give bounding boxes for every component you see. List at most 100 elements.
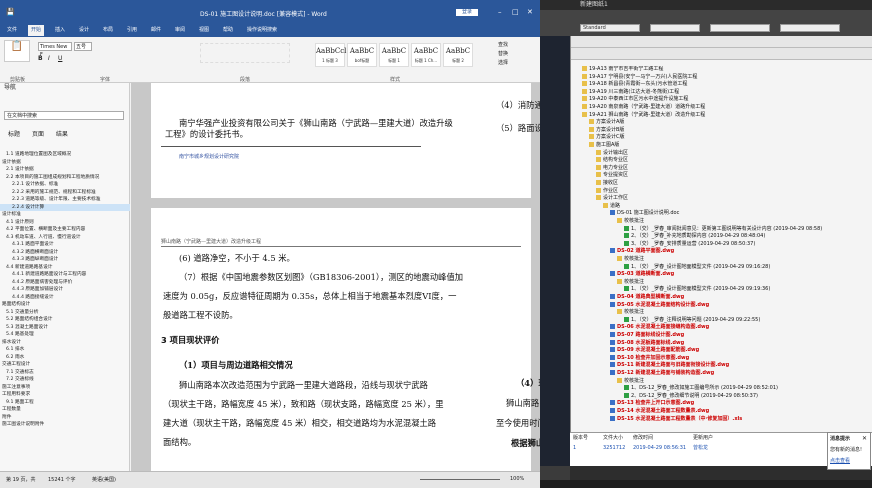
tree-node[interactable]: 2、DS-12_罗春_修改细节说明 (2019-04-29 08:50:37) <box>624 392 758 400</box>
tree-node[interactable]: 1、（交）_罗春_设计图地面模型文件 (2019-04-29 09:16:28) <box>624 263 770 271</box>
tree-node[interactable]: 1、DS-12_罗春_修改如施工图编号所示 (2019-04-29 08:52:… <box>624 385 778 392</box>
italic-icon[interactable]: I <box>48 55 50 62</box>
nav-heading-item[interactable]: 4.4.3 原路面加铺层设计 <box>0 286 130 294</box>
word-count[interactable]: 15241 个字 <box>48 476 76 483</box>
tree-node[interactable]: 结构专业区 <box>596 157 628 164</box>
tree-node[interactable]: 19-A18 新昌县(青霞街—东头)污水管道工程 <box>582 81 687 88</box>
nav-heading-item[interactable]: 7.1 交通标志 <box>0 369 130 377</box>
tree-node[interactable]: DS-08 水泥板路面标线.dwg <box>610 339 684 347</box>
select-button[interactable]: 选择 <box>498 59 508 68</box>
tree-node[interactable]: 校核批注 <box>617 309 644 316</box>
tree-node[interactable]: 作业区 <box>596 187 618 195</box>
tab-4[interactable]: 布局 <box>100 25 116 36</box>
nav-heading-item[interactable]: 2.1 设计依据 <box>0 166 130 174</box>
tree-node[interactable]: 校核批注 <box>617 278 644 286</box>
nav-heading-item[interactable]: 5.2 路面结构组合设计 <box>0 316 130 324</box>
style-gallery-item[interactable]: AaBbC 标题 1 <box>379 43 409 67</box>
zoom-slider[interactable] <box>420 479 500 480</box>
nav-tab-headings[interactable]: 标题 <box>8 131 20 138</box>
document-area[interactable]: 南宁华强产业投资有限公司关于《狮山南路（宁武路—里建大道）改造升级 工程》的设计… <box>131 83 540 471</box>
tab-5[interactable]: 引用 <box>124 25 140 36</box>
tree-node[interactable]: 1、（交）_罗春_审阅批阅意见：更新第工图说明等有关设计内容 (2019-04-… <box>624 225 822 233</box>
nav-heading-item[interactable]: 4.1 设计原则 <box>0 219 130 227</box>
nav-heading-item[interactable]: 9.1 路面工程 <box>0 399 130 407</box>
nav-heading-item[interactable]: 设计标准 <box>0 211 130 219</box>
cad-color-combo[interactable] <box>780 24 840 32</box>
tab-3[interactable]: 设计 <box>76 25 92 36</box>
tree-node[interactable]: 电力专业区 <box>596 164 628 172</box>
tree-node[interactable]: 19-A19 川三南路(江达大道-冬熊街)工程 <box>582 88 679 96</box>
tab-9[interactable]: 帮助 <box>220 25 236 36</box>
close-icon[interactable]: ✕ <box>527 8 533 16</box>
tree-node[interactable]: 19-A17 宁明县(安宁—马宁—万兴)人民医院工程 <box>582 73 697 81</box>
language[interactable]: 英语(美国) <box>92 476 116 483</box>
tab-7[interactable]: 审阅 <box>172 25 188 36</box>
project-tree[interactable]: 19-A13 南宁市吉丰街宁工路工程 19-A17 宁明县(安宁—马宁—万兴)人民… <box>571 66 872 432</box>
close-icon[interactable]: ✕ <box>862 435 867 442</box>
style-gallery-item[interactable]: AaBbC bof标题 <box>347 43 377 67</box>
tree-node[interactable]: 方案设计C版 <box>589 134 625 141</box>
paragraph-controls[interactable] <box>200 43 290 63</box>
tree-node[interactable]: DS-01 施工图设计说明.doc <box>610 210 679 217</box>
tree-node[interactable]: 19-A20 中泰西江市区污水中途提升设施工程 <box>582 96 688 103</box>
nav-heading-item[interactable]: 4.4.4 路面接缝设计 <box>0 294 130 302</box>
style-gallery-item[interactable]: AaBbCcl 1 标题 3 <box>315 43 346 67</box>
nav-heading-item[interactable]: 5.3 混凝土路面设计 <box>0 324 130 332</box>
tab-6[interactable]: 邮件 <box>148 25 164 36</box>
tab-0[interactable]: 文件 <box>4 25 20 36</box>
tree-node[interactable]: 校核批注 <box>617 256 644 263</box>
nav-heading-item[interactable]: 5.4 路基处理 <box>0 331 130 339</box>
nav-heading-item[interactable]: 6.2 雨水 <box>0 354 130 362</box>
nav-heading-item[interactable]: 1.1 道路地理位置图及区域概况 <box>0 151 130 159</box>
tab-2[interactable]: 插入 <box>52 25 68 36</box>
tree-node[interactable]: 设计工作区 <box>596 195 628 202</box>
tree-node[interactable]: 1、（交）_罗春_注释说明等问题 (2019-04-29 09:22:55) <box>624 316 760 324</box>
nav-heading-item[interactable]: 7.2 交通标线 <box>0 376 130 384</box>
paste-icon[interactable]: 📋 <box>4 40 30 62</box>
save-icon[interactable]: 💾 <box>6 8 15 16</box>
tree-node[interactable]: 专业提资区 <box>596 172 628 179</box>
nav-heading-item[interactable]: 4.2 平面位置、横断面及主要工程内容 <box>0 226 130 234</box>
tree-node[interactable]: DS-09 水泥混凝土路面配筋图.dwg <box>610 347 699 354</box>
tree-node[interactable]: 19-A21 狮山南路（宁武路-里建大道）改造升级工程 <box>582 111 705 119</box>
tree-node[interactable]: DS-07 路面标线设计图.dwg <box>610 332 684 339</box>
nav-heading-item[interactable]: 5.1 交通量分析 <box>0 309 130 317</box>
nav-tab-pages[interactable]: 页面 <box>32 131 44 138</box>
tree-node[interactable]: 1、（交）_罗春_设计图地面模型文件 (2019-04-29 09:19:36) <box>624 286 770 293</box>
tree-node[interactable]: 道路 <box>603 202 620 210</box>
nav-heading-item[interactable]: 4.3.3 路面纵断面设计 <box>0 256 130 264</box>
tree-node[interactable]: DS-02 道路平面图.dwg <box>610 248 674 255</box>
tab-8[interactable]: 视图 <box>196 25 212 36</box>
tree-node[interactable]: 施工图A版 <box>589 142 619 149</box>
font-name-select[interactable]: Times New F <box>38 42 72 58</box>
notification-link[interactable]: 点击查看 <box>830 457 868 464</box>
tree-node[interactable]: DS-06 水泥混凝土路面接缝构造图.dwg <box>610 324 709 331</box>
style-gallery-item[interactable]: AaBbC 标题 1 Ch... <box>411 43 441 67</box>
style-gallery-item[interactable]: AaBbC 标题 2 <box>443 43 473 67</box>
minimize-icon[interactable]: – <box>498 8 502 16</box>
tree-node[interactable]: DS-15 水泥混凝土路面工程数量表（中·修复加固）.xls <box>610 415 742 423</box>
tree-node[interactable]: DS-11 新建混凝土路面与旧路面衔接设计图.dwg <box>610 362 729 369</box>
font-size-select[interactable]: 五号 <box>74 42 92 51</box>
nav-heading-item[interactable]: 2.2.1 设计依据、标准 <box>0 181 130 189</box>
nav-heading-item[interactable]: 4.4.2 原路面病害处理与评价 <box>0 279 130 287</box>
find-button[interactable]: 查找 <box>498 41 508 50</box>
nav-heading-item[interactable]: 2.2.2 采用的施工规范、规程和工程标准 <box>0 189 130 197</box>
cad-drawing-area[interactable] <box>540 36 570 466</box>
nav-tab-results[interactable]: 结果 <box>56 131 68 138</box>
cad-linetype-combo[interactable] <box>710 24 770 32</box>
tree-node[interactable]: DS-12 新建混凝土路面与铺装构造图.dwg <box>610 370 714 377</box>
tree-node[interactable]: 19-A13 南宁市吉丰街宁工路工程 <box>582 66 663 73</box>
zoom-level[interactable]: 100% <box>510 476 524 482</box>
nav-heading-item[interactable]: 工程用料要求 <box>0 391 130 399</box>
nav-heading-item[interactable]: 施工图设计说明附件 <box>0 421 130 429</box>
bold-icon[interactable]: B <box>38 55 43 62</box>
cad-style-combo[interactable]: Standard <box>580 24 640 32</box>
nav-heading-item[interactable]: 4.4.1 新建道路路面设计与工程内容 <box>0 271 130 279</box>
page-count[interactable]: 第 19 页，共 <box>6 476 36 483</box>
nav-search-input[interactable]: 在文档中搜索 <box>4 111 124 120</box>
tree-node[interactable]: DS-05 水泥混凝土路面结构设计图.dwg <box>610 301 709 309</box>
tree-node[interactable]: 3、（交）_罗春_安排质量运营 (2019-04-29 08:50:37) <box>624 240 755 248</box>
maximize-icon[interactable]: □ <box>512 8 519 16</box>
nav-heading-item[interactable]: 设计依据 <box>0 159 130 167</box>
